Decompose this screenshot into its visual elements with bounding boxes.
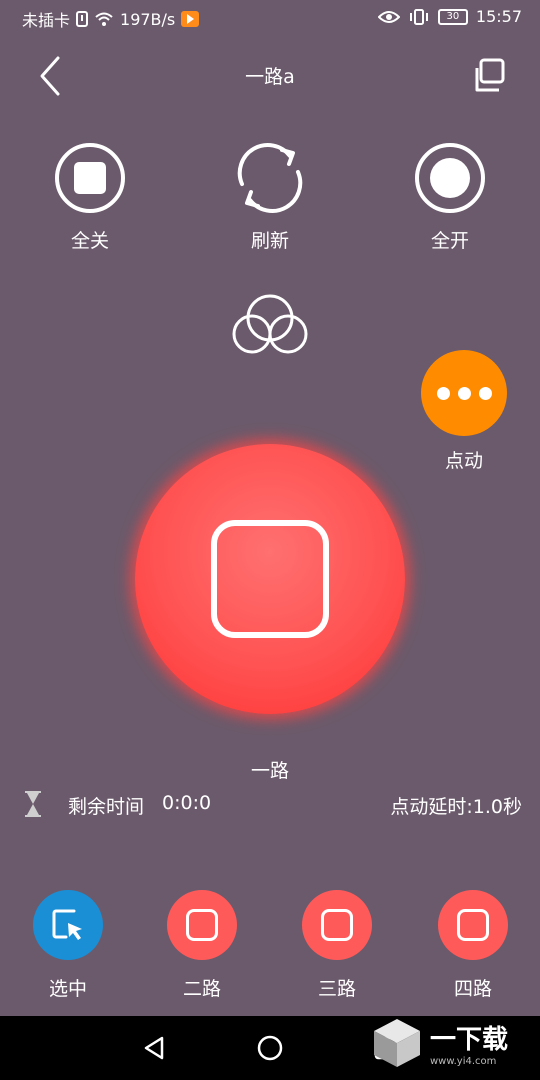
watermark-url: www.yi4.com [430,1056,497,1067]
channel-circle[interactable] [167,890,237,960]
carrier-text: 未插卡 [22,11,71,30]
all-off-label: 全关 [70,230,109,252]
channel-label: 二路 [182,978,221,1000]
nav-back-icon[interactable] [140,1034,168,1062]
remaining-time-label: 剩余时间 [68,796,145,818]
chevron-left-icon [40,56,60,96]
jog-label: 点动 [444,450,483,472]
battery-level: 30 [446,10,460,22]
watermark: 一下载 www.yi4.com [370,1008,540,1078]
remaining-time-value: 0:0:0 [162,792,212,814]
channel-name: 一路 [250,760,289,782]
square-icon [457,909,489,941]
watermark-text: 一下载 [430,1025,509,1055]
status-bar: 未插卡 197B/s 30 15:57 [0,0,540,36]
cloud-icon[interactable] [226,290,314,360]
dot [457,386,471,400]
stop-circle-icon [55,143,125,213]
jog-delay-text: 点动延时:1.0秒 [390,796,522,818]
page-title: 一路a [245,66,295,88]
jog-button[interactable]: 点动 [420,350,508,475]
channel-label: 选中 [48,978,87,1000]
all-on-label: 全开 [430,230,469,252]
channel-circle[interactable] [438,890,508,960]
refresh-icon [237,142,303,214]
cube-logo-icon [374,1019,420,1067]
timer-row: 剩余时间 0:0:0 点动延时:1.0秒 [22,790,522,820]
all-off-button[interactable]: 全关 [35,140,145,270]
channel-4-button[interactable]: 四路 [428,890,518,1010]
clock: 15:57 [475,7,522,26]
vibrate-icon [409,8,428,25]
nav-home-icon[interactable] [256,1034,284,1062]
cloud-outline-icon [232,294,308,354]
square-icon [321,909,353,941]
status-right: 30 15:57 [377,7,522,26]
eye-icon [377,10,400,23]
stop-square-icon [211,520,329,638]
sim-icon [76,11,89,27]
more-dots-icon[interactable] [421,350,507,436]
select-circle[interactable] [33,890,103,960]
app-notification-icon [181,11,200,27]
back-button[interactable] [30,52,74,100]
watermark-text-block: 一下载 www.yi4.com [430,1019,508,1067]
copy-button[interactable] [468,54,512,98]
all-on-button[interactable]: 全开 [395,140,505,270]
select-cursor-icon [52,909,82,940]
refresh-label: 刷新 [250,230,289,252]
record-circle-icon [415,143,485,213]
dot [436,386,450,400]
channel-label: 三路 [317,978,356,1000]
battery-icon: 30 [437,8,468,25]
square-icon [186,909,218,941]
channel-2-button[interactable]: 二路 [157,890,247,1010]
copy-icon [475,58,505,92]
status-left: 未插卡 197B/s [22,7,200,31]
hourglass-icon [25,791,41,817]
wifi-icon [95,12,113,26]
main-power-button[interactable] [135,444,405,714]
refresh-button[interactable]: 刷新 [215,140,325,270]
dot [478,386,492,400]
channel-label: 四路 [453,978,492,1000]
network-speed: 197B/s [120,9,176,29]
channel-select-button[interactable]: 选中 [23,890,113,1010]
channel-circle[interactable] [302,890,372,960]
channel-3-button[interactable]: 三路 [292,890,382,1010]
